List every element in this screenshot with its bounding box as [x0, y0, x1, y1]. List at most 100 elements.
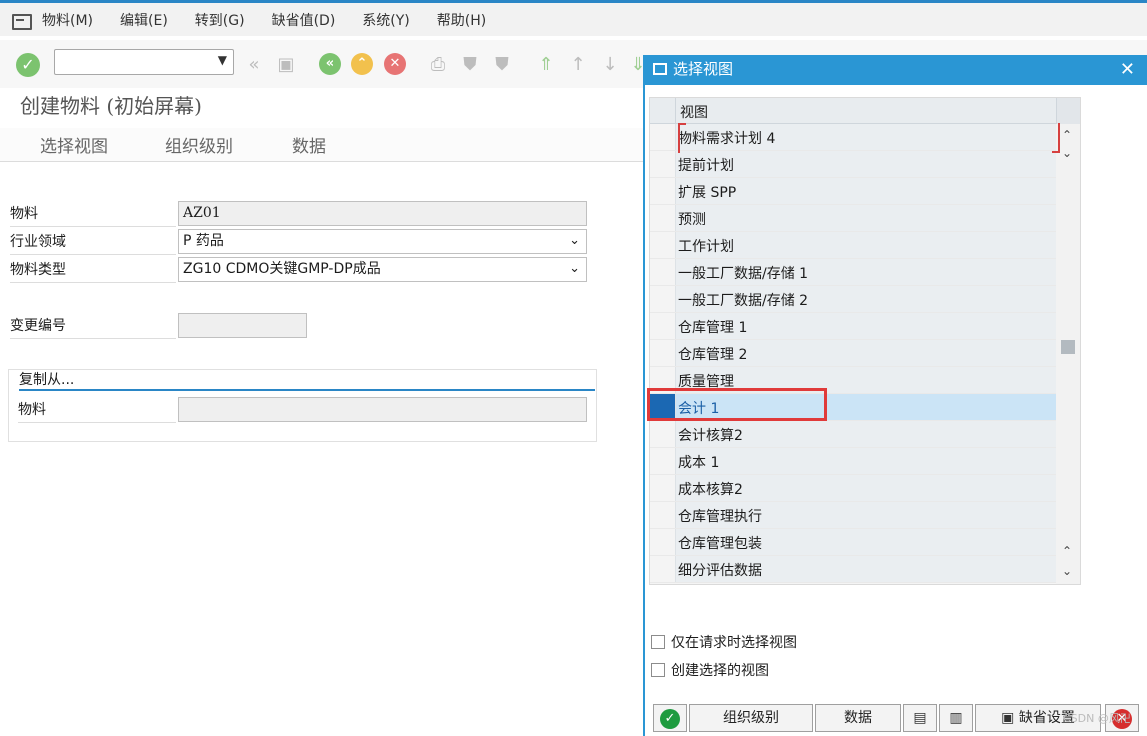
row-selector[interactable]	[650, 421, 676, 447]
table-row[interactable]: 一般工厂数据/存储 1	[650, 259, 1056, 286]
cancel-icon[interactable]: ✕	[384, 53, 406, 75]
create-selected-option[interactable]: 创建选择的视图	[651, 661, 769, 679]
table-row[interactable]: 扩展 SPP	[650, 178, 1056, 205]
page-down-icon[interactable]: ⌄	[1062, 564, 1072, 578]
data-button[interactable]: 数据	[292, 132, 326, 157]
next-page-icon[interactable]: ↓	[598, 53, 622, 77]
chevron-down-icon[interactable]: ▼	[218, 53, 227, 67]
chevron-down-icon[interactable]: ⌄	[569, 258, 580, 280]
page-up-icon[interactable]: ⌃	[1062, 544, 1072, 558]
create-selected-checkbox[interactable]	[651, 663, 665, 677]
view-name-cell[interactable]: 仓库管理 2	[678, 344, 747, 364]
back-arrows-icon[interactable]: «	[242, 53, 266, 77]
row-selector[interactable]	[650, 151, 676, 177]
table-row[interactable]: 仓库管理执行	[650, 502, 1056, 529]
table-row[interactable]: 会计核算2	[650, 421, 1056, 448]
row-selector[interactable]	[650, 313, 676, 339]
only-on-request-checkbox[interactable]	[651, 635, 665, 649]
select-views-button[interactable]: 选择视图	[40, 132, 108, 157]
view-name-cell[interactable]: 仓库管理包装	[678, 533, 762, 553]
menu-goto[interactable]: 转到(G)	[195, 10, 245, 30]
select-all-icon: ▤	[913, 710, 927, 726]
table-row[interactable]: 预测	[650, 205, 1056, 232]
view-name-cell[interactable]: 成本核算2	[678, 479, 743, 499]
row-selector[interactable]	[650, 124, 676, 150]
menu-help[interactable]: 帮助(H)	[437, 10, 486, 30]
previous-page-icon[interactable]: ↑	[566, 53, 590, 77]
find-next-icon[interactable]: ⛊	[490, 53, 514, 77]
table-body: 物料需求计划 4 提前计划 扩展 SPP 预测 工作计划 一般工厂数据/存储 1 一般工厂数…	[650, 124, 1056, 583]
view-name-cell[interactable]: 成本 1	[678, 452, 719, 472]
scroll-thumb[interactable]	[1061, 340, 1075, 354]
change-number-input[interactable]	[178, 313, 307, 338]
org-levels-button[interactable]: 组织级别	[165, 132, 233, 157]
scroll-down-icon[interactable]: ⌄	[1062, 146, 1072, 160]
table-row[interactable]: 细分评估数据	[650, 556, 1056, 583]
table-row[interactable]: 工作计划	[650, 232, 1056, 259]
row-selector[interactable]	[650, 556, 676, 582]
close-icon[interactable]: ✕	[1120, 55, 1135, 84]
row-selector[interactable]	[650, 286, 676, 312]
select-all-cell[interactable]	[650, 98, 676, 124]
table-row[interactable]: 仓库管理包装	[650, 529, 1056, 556]
confirm-button[interactable]: ✓	[653, 704, 687, 732]
save-icon[interactable]: ▣	[274, 53, 298, 77]
command-field[interactable]: ▼	[54, 49, 234, 75]
exit-icon[interactable]: ⌃	[351, 53, 373, 75]
only-on-request-option[interactable]: 仅在请求时选择视图	[651, 633, 797, 651]
enter-icon[interactable]: ✓	[16, 53, 40, 77]
first-page-icon[interactable]: ⇑	[534, 53, 558, 77]
data-dialog-button[interactable]: 数据	[815, 704, 901, 732]
select-all-button[interactable]: ▤	[903, 704, 937, 732]
row-selector[interactable]	[650, 232, 676, 258]
scroll-up-icon[interactable]: ⌃	[1062, 128, 1072, 142]
window-menu-icon[interactable]	[12, 13, 32, 30]
view-name-cell[interactable]: 预测	[678, 209, 706, 229]
row-selector[interactable]	[650, 502, 676, 528]
material-type-select[interactable]: ZG10 CDMO关键GMP-DP成品 ⌄	[178, 257, 587, 282]
table-row[interactable]: 成本 1	[650, 448, 1056, 475]
deselect-all-button[interactable]: ▥	[939, 704, 973, 732]
view-name-cell[interactable]: 一般工厂数据/存储 1	[678, 263, 808, 283]
row-selector[interactable]	[650, 448, 676, 474]
copy-material-row: 物料	[10, 397, 590, 423]
view-name-cell[interactable]: 扩展 SPP	[678, 182, 736, 202]
copy-material-input[interactable]	[178, 397, 587, 422]
page-title: 创建物料 (初始屏幕)	[20, 94, 202, 118]
table-scrollbar[interactable]: ⌃ ⌄ ⌃ ⌄	[1056, 124, 1080, 584]
view-name-cell[interactable]: 工作计划	[678, 236, 734, 256]
material-input[interactable]: AZ01	[178, 201, 587, 226]
row-selector[interactable]	[650, 340, 676, 366]
table-row[interactable]: 仓库管理 2	[650, 340, 1056, 367]
back-icon[interactable]: «	[319, 53, 341, 75]
change-number-row: 变更编号	[10, 313, 590, 339]
org-levels-dialog-button[interactable]: 组织级别	[689, 704, 813, 732]
row-selector[interactable]	[650, 259, 676, 285]
table-row[interactable]: 一般工厂数据/存储 2	[650, 286, 1056, 313]
view-name-cell[interactable]: 仓库管理执行	[678, 506, 762, 526]
column-header-view[interactable]: 视图	[680, 102, 708, 122]
row-selector[interactable]	[650, 529, 676, 555]
column-config-cell[interactable]	[1056, 98, 1080, 124]
menu-defaults[interactable]: 缺省值(D)	[272, 10, 336, 30]
menu-system[interactable]: 系统(Y)	[362, 10, 409, 30]
material-type-row: 物料类型 ZG10 CDMO关键GMP-DP成品 ⌄	[10, 257, 590, 283]
view-name-cell[interactable]: 会计核算2	[678, 425, 743, 445]
view-name-cell[interactable]: 细分评估数据	[678, 560, 762, 580]
menu-material[interactable]: 物料(M)	[42, 10, 93, 30]
chevron-down-icon[interactable]: ⌄	[569, 230, 580, 252]
dialog-title: 选择视图	[673, 60, 734, 78]
print-icon[interactable]: ⎙	[426, 53, 450, 77]
view-name-cell[interactable]: 仓库管理 1	[678, 317, 747, 337]
industry-select[interactable]: P 药品 ⌄	[178, 229, 587, 254]
menu-edit[interactable]: 编辑(E)	[120, 10, 168, 30]
row-selector[interactable]	[650, 475, 676, 501]
table-row[interactable]: 提前计划	[650, 151, 1056, 178]
view-name-cell[interactable]: 一般工厂数据/存储 2	[678, 290, 808, 310]
row-selector[interactable]	[650, 178, 676, 204]
find-icon[interactable]: ⛊	[458, 53, 482, 77]
view-name-cell[interactable]: 提前计划	[678, 155, 734, 175]
table-row[interactable]: 成本核算2	[650, 475, 1056, 502]
table-row[interactable]: 仓库管理 1	[650, 313, 1056, 340]
row-selector[interactable]	[650, 205, 676, 231]
